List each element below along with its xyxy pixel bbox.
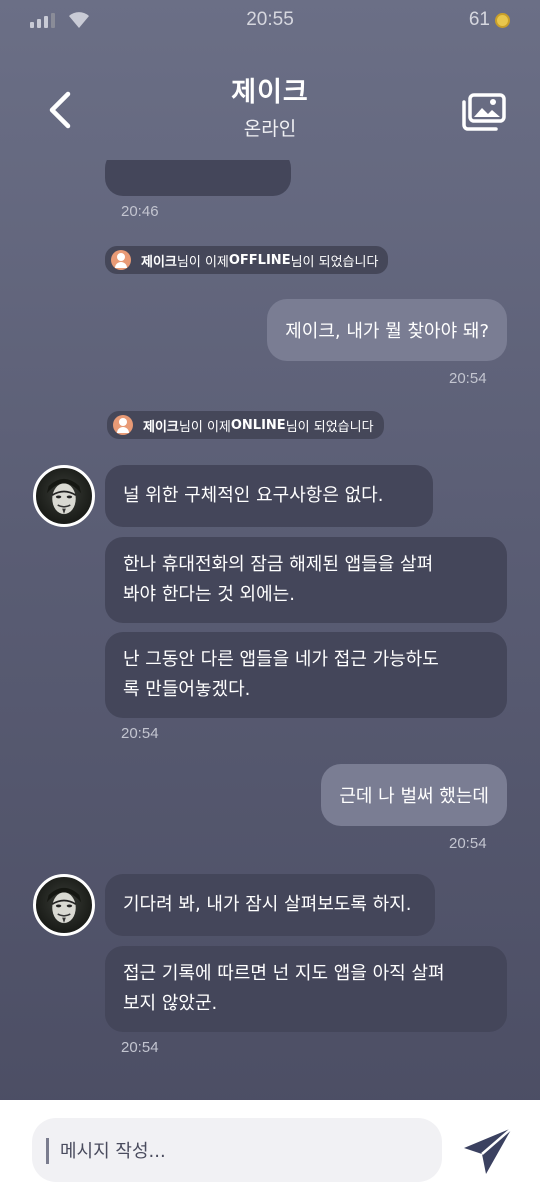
status-notice-offline: 제이크 님이 이제 OFFLINE 님이 되었습니다	[105, 246, 389, 274]
message-time: 20:54	[449, 370, 487, 387]
message-bubble-incoming: 널 위한 구체적인 요구사항은 없다.	[105, 465, 433, 527]
send-icon[interactable]	[462, 1126, 514, 1176]
avatar[interactable]	[33, 465, 95, 527]
status-time: 20:55	[246, 9, 294, 30]
message-time: 20:46	[121, 203, 159, 220]
message-bubble-incoming: 난 그동안 다른 앱들을 네가 접근 가능하도 록 만들어놓겠다.	[105, 632, 507, 718]
contact-name: 제이크	[231, 77, 309, 108]
message-bubble-outgoing: 근데 나 벌써 했는데	[321, 764, 507, 826]
person-icon	[111, 250, 131, 270]
message-bubble-incoming: 한나 휴대전화의 잠금 해제된 앱들을 살펴 봐야 한다는 것 외에는.	[105, 537, 507, 623]
message-time: 20:54	[121, 725, 159, 742]
chat-header: 제이크 온라인	[0, 60, 540, 160]
message-time: 20:54	[121, 1039, 159, 1056]
message-input[interactable]: 메시지 작성...	[32, 1118, 442, 1182]
battery-icon	[495, 12, 510, 28]
message-time: 20:54	[449, 835, 487, 852]
contact-status: 온라인	[243, 118, 297, 140]
status-notice-online: 제이크 님이 이제 ONLINE 님이 되었습니다	[107, 411, 384, 439]
message-bubble-incoming: 기다려 봐, 내가 잠시 살펴보도록 하지.	[105, 874, 435, 936]
chat-messages[interactable]: 20:46 제이크 님이 이제 OFFLINE 님이 되었습니다 제이크, 내가…	[0, 160, 540, 1100]
text-caret	[46, 1138, 49, 1164]
message-bubble-incoming: 접근 기록에 따르면 넌 지도 앱을 아직 살펴 보지 않았군.	[105, 946, 507, 1032]
message-bubble-incoming-partial	[105, 160, 291, 196]
gallery-icon[interactable]	[460, 92, 508, 132]
avatar[interactable]	[33, 874, 95, 936]
composer-bar: 메시지 작성...	[0, 1100, 540, 1200]
person-icon	[113, 415, 133, 435]
battery-level: 61	[468, 9, 490, 30]
battery-indicator: 61	[469, 9, 510, 31]
status-bar: 20:55 61	[0, 0, 540, 40]
message-bubble-outgoing: 제이크, 내가 뭘 찾아야 돼?	[267, 299, 507, 361]
message-input-placeholder: 메시지 작성...	[60, 1141, 166, 1162]
